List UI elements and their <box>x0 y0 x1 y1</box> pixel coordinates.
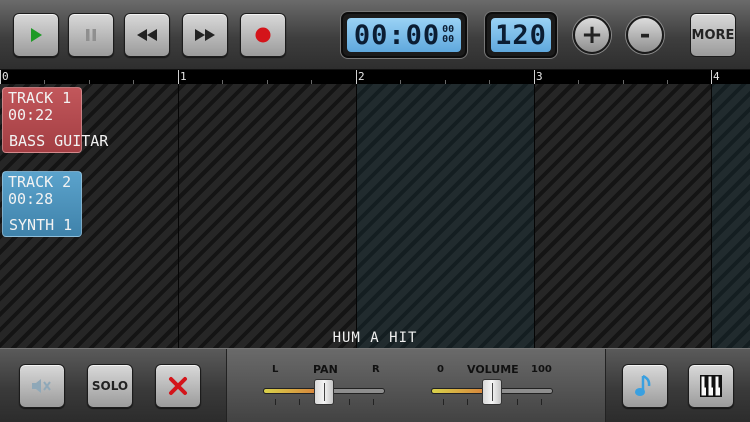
volume-max-label: 100 <box>531 364 552 375</box>
pause-icon <box>86 29 96 41</box>
track-arrangement-area[interactable]: TRACK 1 00:22 BASS GUITAR TRACK 2 00:28 … <box>0 84 750 348</box>
track-1-duration: 00:22 <box>8 106 54 124</box>
ruler-mark-2: 2 <box>358 70 365 83</box>
play-icon <box>31 28 42 42</box>
tempo-value: 120 <box>491 18 551 52</box>
more-button[interactable]: MORE <box>690 13 736 57</box>
ruler-mark-3: 3 <box>536 70 543 83</box>
minus-icon: - <box>639 20 651 50</box>
delete-x-icon <box>169 377 187 395</box>
transport-toolbar: 00:00 00 00 120 + - MORE <box>0 0 750 70</box>
ruler-mark-1: 1 <box>180 70 187 83</box>
fast-forward-icon <box>195 29 215 41</box>
record-icon <box>255 27 271 43</box>
volume-slider-thumb[interactable] <box>482 379 502 405</box>
pan-slider-thumb[interactable] <box>314 379 334 405</box>
ruler-mark-4: 4 <box>713 70 720 83</box>
time-display-main: 00:00 <box>353 19 441 51</box>
piano-button[interactable] <box>688 364 734 408</box>
track-2-block[interactable]: TRACK 2 00:28 SYNTH 1 <box>2 171 82 237</box>
tempo-decrease-button[interactable]: - <box>626 16 664 54</box>
piano-keys-icon <box>700 375 722 397</box>
solo-button-label: SOLO <box>91 379 129 393</box>
hum-a-hit-label[interactable]: HUM A HIT <box>0 330 750 346</box>
rewind-button[interactable] <box>124 13 170 57</box>
track-2-duration: 00:28 <box>8 190 54 208</box>
time-display: 00:00 00 00 <box>341 12 467 58</box>
pan-label: PAN <box>313 363 338 376</box>
record-button[interactable] <box>240 13 286 57</box>
volume-label: VOLUME <box>467 363 519 376</box>
rewind-icon <box>137 29 157 41</box>
track-1-block[interactable]: TRACK 1 00:22 BASS GUITAR <box>2 87 108 153</box>
track-controls-bar: SOLO L PAN R 0 VOLUME 100 <box>0 348 750 422</box>
tempo-increase-button[interactable]: + <box>573 16 611 54</box>
timeline-ruler[interactable]: 0 1 2 3 4 <box>0 70 750 84</box>
speaker-mute-icon <box>32 379 51 393</box>
volume-min-label: 0 <box>437 364 444 375</box>
tempo-display: 120 <box>485 12 557 58</box>
track-2-instrument: SYNTH 1 <box>9 216 73 234</box>
music-note-icon <box>635 374 651 396</box>
pause-button[interactable] <box>68 13 114 57</box>
pan-slider[interactable] <box>263 379 385 409</box>
fast-forward-button[interactable] <box>182 13 228 57</box>
track-1-name: TRACK 1 <box>8 89 72 107</box>
pan-left-label: L <box>272 364 279 375</box>
play-button[interactable] <box>13 13 59 57</box>
solo-button[interactable]: SOLO <box>87 364 133 408</box>
track-2-name: TRACK 2 <box>8 173 72 191</box>
volume-slider[interactable] <box>431 379 553 409</box>
music-note-button[interactable] <box>622 364 668 408</box>
delete-track-button[interactable] <box>155 364 201 408</box>
mute-button[interactable] <box>19 364 65 408</box>
pan-right-label: R <box>372 364 380 375</box>
plus-icon: + <box>581 20 603 50</box>
ruler-mark-0: 0 <box>2 70 9 83</box>
track-1-instrument: BASS GUITAR <box>9 132 109 150</box>
time-display-sub-bottom: 00 <box>442 34 455 45</box>
mixer-panel: L PAN R 0 VOLUME 100 <box>226 349 606 422</box>
